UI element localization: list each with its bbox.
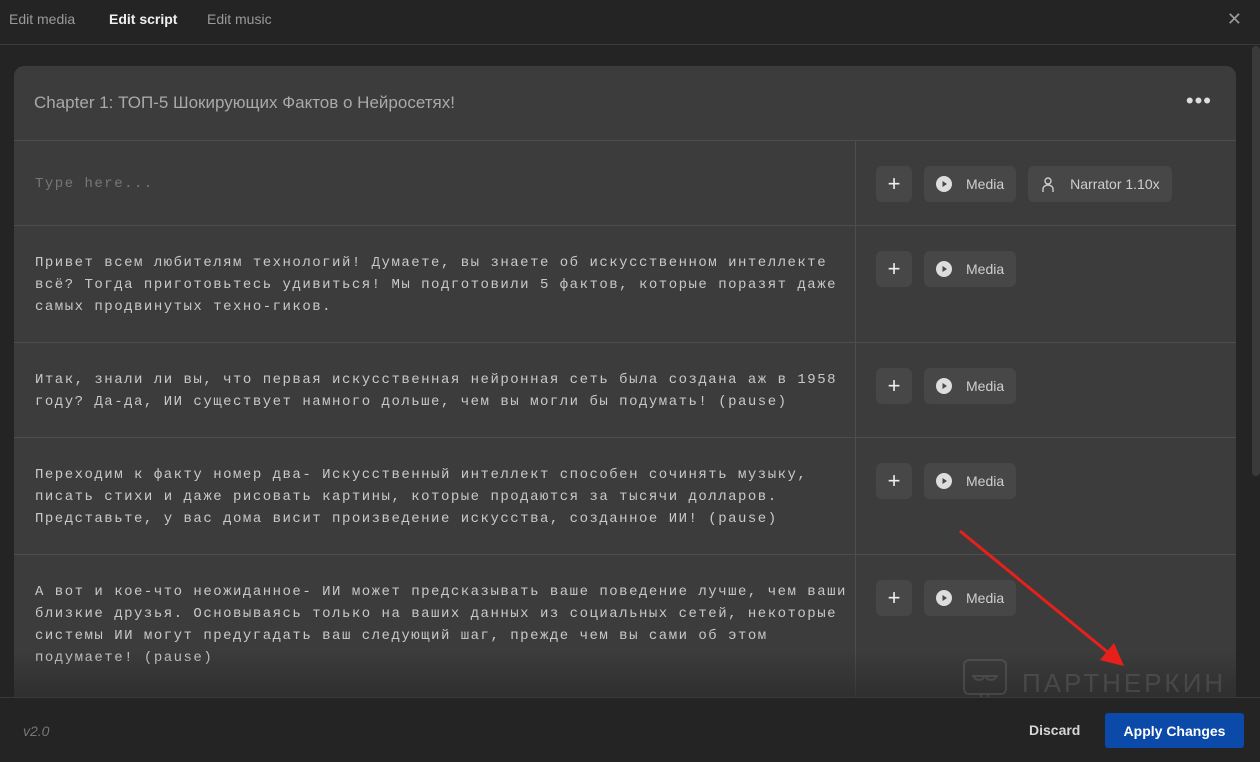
annotation-arrow-icon [959,529,1124,666]
